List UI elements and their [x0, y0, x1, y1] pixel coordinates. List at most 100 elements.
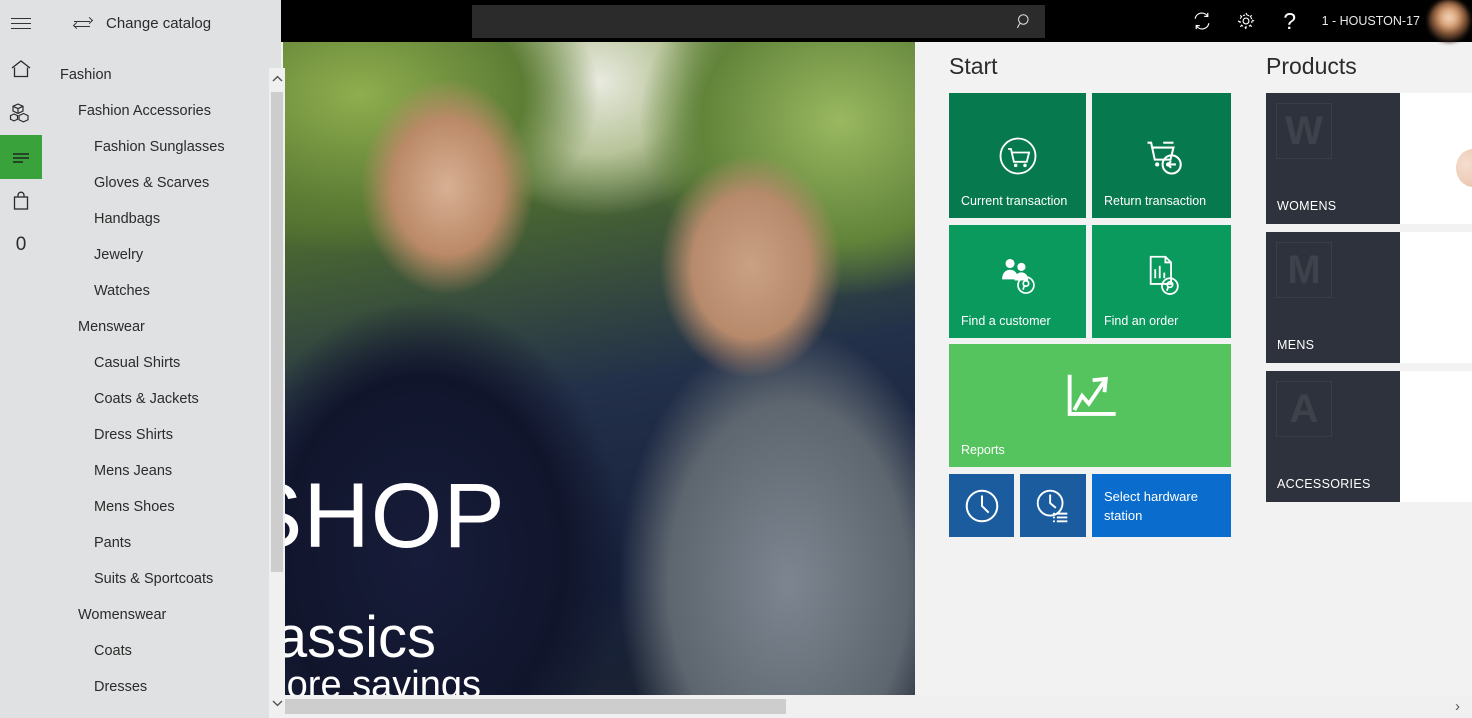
product-photo — [1400, 371, 1472, 502]
product-photo — [1400, 232, 1472, 363]
category-item[interactable]: Gloves & Scarves — [42, 165, 281, 201]
product-tile-box: M MENS — [1266, 232, 1400, 363]
category-item[interactable]: Coats — [42, 633, 281, 669]
user-account-area[interactable]: 1 - HOUSTON-17 — [1322, 0, 1420, 42]
search-input[interactable] — [472, 5, 1003, 38]
left-navigation-panel: Change catalog 0 Fashion Fashion Accesso… — [0, 0, 285, 718]
question-mark-icon: ? — [1283, 7, 1296, 34]
start-tile-grid: Current transaction Return transaction F… — [949, 93, 1232, 537]
tile-return-transaction[interactable]: Return transaction — [1092, 93, 1231, 218]
product-photo — [1400, 93, 1472, 224]
product-tile-label: WOMENS — [1277, 199, 1337, 213]
tile-label: Find an order — [1104, 314, 1179, 328]
scrollbar-thumb[interactable] — [271, 92, 283, 572]
rail-item-catalog-list[interactable] — [0, 135, 42, 179]
tile-select-hardware-station[interactable]: Select hardware station — [1092, 474, 1231, 537]
tile-reports[interactable]: Reports — [949, 344, 1231, 467]
tile-label: Return transaction — [1104, 194, 1207, 208]
list-lines-icon — [13, 153, 29, 163]
tile-find-a-customer[interactable]: Find a customer — [949, 225, 1086, 338]
product-tile-label: MENS — [1277, 338, 1315, 352]
product-tile-box: W WOMENS — [1266, 93, 1400, 224]
horizontal-scrollbar[interactable] — [283, 697, 1383, 716]
tile-label: Current transaction — [961, 194, 1068, 208]
change-catalog-button[interactable]: Change catalog — [72, 15, 212, 32]
category-vertical-scrollbar[interactable] — [269, 68, 285, 718]
rail-item-products[interactable] — [0, 91, 42, 135]
category-item[interactable]: Womenswear — [42, 597, 281, 633]
category-item[interactable]: Dresses — [42, 669, 281, 705]
next-page-chevron-icon[interactable]: › — [1455, 695, 1460, 718]
tile-clock-list[interactable] — [1020, 474, 1086, 537]
product-letter-placeholder: A — [1276, 381, 1332, 437]
banner-gap — [915, 42, 949, 701]
swap-arrows-icon — [72, 16, 94, 32]
settings-button[interactable] — [1224, 0, 1268, 42]
refresh-button[interactable] — [1180, 0, 1224, 42]
category-item[interactable]: Handbags — [42, 201, 281, 237]
category-item[interactable]: Jewelry — [42, 237, 281, 273]
horizontal-scrollbar-thumb[interactable] — [283, 699, 786, 714]
tile-current-transaction[interactable]: Current transaction — [949, 93, 1086, 218]
search-submit-button[interactable] — [1003, 5, 1045, 38]
product-tile-accessories[interactable]: A ACCESSORIES — [1266, 371, 1472, 502]
product-tile-womens[interactable]: W WOMENS — [1266, 93, 1472, 224]
refresh-icon — [1194, 12, 1210, 30]
tile-label: Reports — [961, 443, 1005, 457]
category-item[interactable]: Fashion Accessories — [42, 93, 281, 129]
home-icon — [11, 60, 31, 78]
start-section-title: Start — [949, 53, 998, 79]
search-box[interactable] — [472, 5, 1045, 38]
category-tree: Fashion Fashion Accessories Fashion Sungla… — [42, 47, 281, 705]
product-tile-mens[interactable]: M MENS — [1266, 232, 1472, 363]
category-tree-scroll: Fashion Fashion Accessories Fashion Sungla… — [42, 47, 281, 718]
scroll-up-arrow-icon[interactable] — [269, 70, 285, 88]
help-button[interactable]: ? — [1268, 0, 1312, 42]
bottom-bar: › — [281, 695, 1472, 718]
shopping-bag-icon — [13, 191, 29, 210]
products-section: Products W WOMENS M MENS A ACCESSORIES — [1266, 53, 1472, 510]
start-section: Start Current transaction Return transac… — [949, 53, 1232, 537]
tile-label: Find a customer — [961, 314, 1051, 328]
category-item[interactable]: Mens Shoes — [42, 489, 281, 525]
category-item[interactable]: Casual Shirts — [42, 345, 281, 381]
gear-icon — [1237, 12, 1254, 30]
banner-photo — [283, 42, 915, 701]
pos-application: Change catalog 0 Fashion Fashion Accesso… — [0, 0, 1472, 718]
products-cubes-icon — [9, 103, 29, 123]
category-item[interactable]: Fashion Sunglasses — [42, 129, 281, 165]
rail-item-home[interactable] — [0, 47, 42, 91]
magnifier-icon — [1016, 14, 1029, 29]
product-letter-placeholder: W — [1276, 103, 1332, 159]
promo-banner-image[interactable]: SHOP classics more savings — [283, 42, 915, 701]
category-item[interactable]: Mens Jeans — [42, 453, 281, 489]
category-item[interactable]: Watches — [42, 273, 281, 309]
tile-find-an-order[interactable]: Find an order — [1092, 225, 1231, 338]
icon-rail: 0 — [0, 47, 42, 718]
tile-label: Select hardware station — [1104, 488, 1198, 523]
rail-item-count[interactable]: 0 — [0, 223, 42, 267]
category-item[interactable]: Pants — [42, 525, 281, 561]
category-item[interactable]: Menswear — [42, 309, 281, 345]
category-item[interactable]: Dress Shirts — [42, 417, 281, 453]
change-catalog-label: Change catalog — [106, 15, 212, 32]
hamburger-menu-icon[interactable] — [0, 0, 42, 47]
product-tile-box: A ACCESSORIES — [1266, 371, 1400, 502]
scroll-down-arrow-icon[interactable] — [269, 694, 285, 712]
avatar[interactable] — [1428, 0, 1470, 42]
cart-count-value: 0 — [15, 234, 27, 255]
top-bar-actions: ? 1 - HOUSTON-17 — [1180, 0, 1472, 42]
tile-clock[interactable] — [949, 474, 1014, 537]
category-item[interactable]: Suits & Sportcoats — [42, 561, 281, 597]
product-letter-placeholder: M — [1276, 242, 1332, 298]
category-item[interactable]: Coats & Jackets — [42, 381, 281, 417]
rail-item-cart[interactable] — [0, 179, 42, 223]
products-section-title: Products — [1266, 53, 1357, 79]
tile-label — [949, 527, 961, 537]
top-bar: ? 1 - HOUSTON-17 — [281, 0, 1472, 42]
category-item[interactable]: Fashion — [42, 57, 281, 93]
store-register-label: 1 - HOUSTON-17 — [1321, 14, 1420, 28]
product-tile-label: ACCESSORIES — [1277, 477, 1371, 491]
left-panel-header: Change catalog — [0, 0, 281, 47]
tile-label — [1020, 527, 1032, 537]
